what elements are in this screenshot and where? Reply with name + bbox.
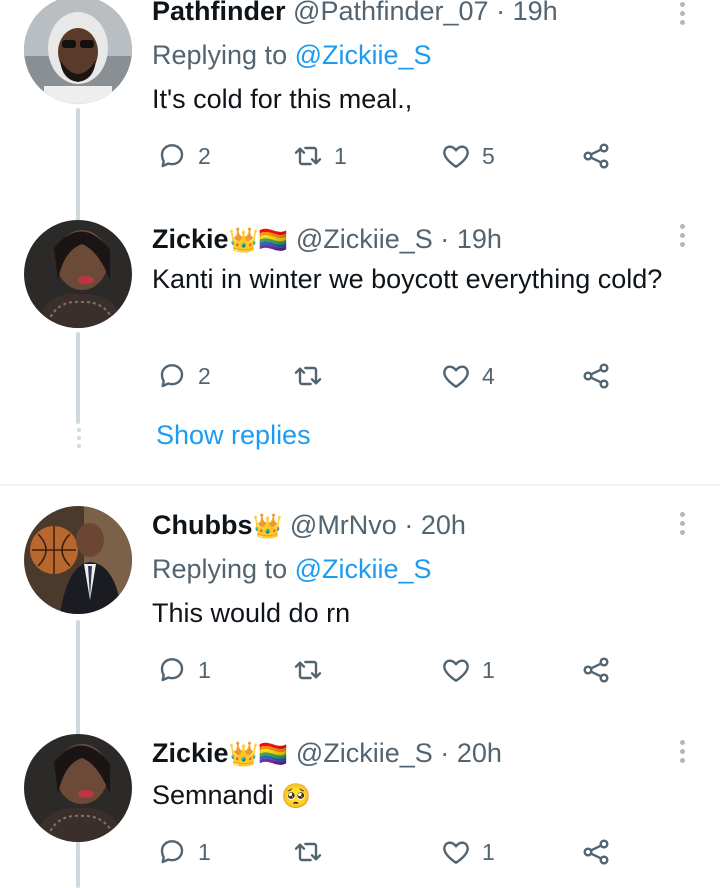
avatar-zickie[interactable] [24, 220, 132, 328]
reply-count: 1 [198, 656, 211, 683]
tweet-header: Zickie👑🏳️‍🌈 @Zickiie_S · 19h [152, 222, 502, 257]
replying-prefix: Replying to [152, 40, 295, 70]
reply-button[interactable]: 2 [156, 358, 211, 394]
more-icon[interactable] [680, 512, 686, 539]
share-icon [583, 657, 609, 683]
retweet-button[interactable]: 1 [292, 138, 347, 174]
user-handle[interactable]: @Pathfinder_07 [293, 0, 489, 26]
retweet-icon [294, 146, 322, 166]
avatar-zickie[interactable] [24, 734, 132, 842]
like-count: 1 [482, 656, 495, 683]
action-bar: 1 1 [156, 834, 626, 870]
thread-line [76, 848, 80, 888]
like-icon [443, 841, 469, 864]
like-count: 5 [482, 142, 495, 169]
like-button[interactable]: 1 [440, 834, 495, 870]
share-button[interactable] [580, 358, 612, 394]
more-icon[interactable] [680, 2, 686, 29]
retweet-count: 1 [334, 142, 347, 169]
timestamp[interactable]: 20h [457, 738, 502, 768]
avatar-chubbs[interactable] [24, 506, 132, 614]
retweet-icon [294, 366, 322, 386]
tweet-header: Chubbs👑 @MrNvo · 20h [152, 508, 466, 543]
tweet-text: Semnandi 🥺 [152, 776, 692, 815]
tweet-text-words: Semnandi [152, 780, 274, 810]
action-bar: 2 1 5 [156, 138, 626, 174]
user-handle[interactable]: @MrNvo [290, 510, 397, 540]
like-icon [443, 659, 469, 682]
separator-dot: · [440, 224, 450, 254]
like-button[interactable]: 4 [440, 358, 495, 394]
divider [0, 484, 720, 486]
share-icon [583, 839, 609, 865]
name-emoji: 👑 [252, 512, 283, 540]
like-count: 4 [482, 362, 495, 389]
display-name[interactable]: Pathfinder [152, 0, 286, 26]
action-bar: 2 4 [156, 358, 626, 394]
action-bar: 1 1 [156, 652, 626, 688]
tweet-text: This would do rn [152, 598, 351, 628]
replying-mention[interactable]: @Zickiie_S [295, 554, 432, 584]
reply-count: 2 [198, 362, 211, 389]
display-name[interactable]: Zickie [152, 738, 229, 768]
like-button[interactable]: 1 [440, 652, 495, 688]
display-name[interactable]: Chubbs [152, 510, 253, 540]
share-icon [583, 143, 609, 169]
more-icon[interactable] [680, 224, 686, 251]
replying-mention[interactable]: @Zickiie_S [295, 40, 432, 70]
replying-prefix: Replying to [152, 554, 295, 584]
share-button[interactable] [580, 652, 612, 688]
reply-icon [160, 364, 184, 388]
display-name[interactable]: Zickie [152, 224, 229, 254]
separator-dot: · [496, 0, 506, 26]
timestamp[interactable]: 20h [421, 510, 466, 540]
like-icon [443, 365, 469, 388]
separator-dot: · [404, 510, 414, 540]
show-replies-link[interactable]: Show replies [156, 420, 311, 451]
share-button[interactable] [580, 138, 612, 174]
retweet-button[interactable] [292, 358, 334, 394]
reply-icon [160, 144, 184, 168]
timestamp[interactable]: 19h [513, 0, 558, 26]
tweet-header: Pathfinder @Pathfinder_07 · 19h [152, 0, 558, 28]
reply-icon [160, 658, 184, 682]
separator-dot: · [440, 738, 450, 768]
reply-count: 1 [198, 838, 211, 865]
name-emoji: 👑🏳️‍🌈 [228, 226, 289, 254]
name-emoji: 👑🏳️‍🌈 [228, 740, 289, 768]
thread-line [76, 332, 80, 424]
reply-button[interactable]: 2 [156, 138, 211, 174]
like-count: 1 [482, 838, 495, 865]
tweet-header: Zickie👑🏳️‍🌈 @Zickiie_S · 20h [152, 736, 502, 771]
share-icon [583, 363, 609, 389]
retweet-button[interactable] [292, 652, 334, 688]
thread-line [76, 108, 80, 234]
timestamp[interactable]: 19h [457, 224, 502, 254]
pleading-face-emoji: 🥺 [281, 782, 311, 810]
replying-to: Replying to @Zickiie_S [152, 38, 432, 72]
tweet-text: Kanti in winter we boycott everything co… [152, 264, 663, 294]
share-button[interactable] [580, 834, 612, 870]
reply-icon [160, 840, 184, 864]
retweet-icon [294, 660, 322, 680]
avatar-pathfinder[interactable] [24, 0, 132, 104]
like-icon [443, 145, 469, 168]
retweet-button[interactable] [292, 834, 334, 870]
reply-button[interactable]: 1 [156, 834, 211, 870]
tweet-text: It's cold for this meal., [152, 84, 413, 114]
user-handle[interactable]: @Zickiie_S [296, 738, 433, 768]
reply-count: 2 [198, 142, 211, 169]
reply-button[interactable]: 1 [156, 652, 211, 688]
user-handle[interactable]: @Zickiie_S [296, 224, 433, 254]
more-icon[interactable] [680, 740, 686, 767]
replying-to: Replying to @Zickiie_S [152, 552, 432, 586]
like-button[interactable]: 5 [440, 138, 495, 174]
thread-gap-dots [77, 428, 81, 452]
retweet-icon [294, 842, 322, 862]
